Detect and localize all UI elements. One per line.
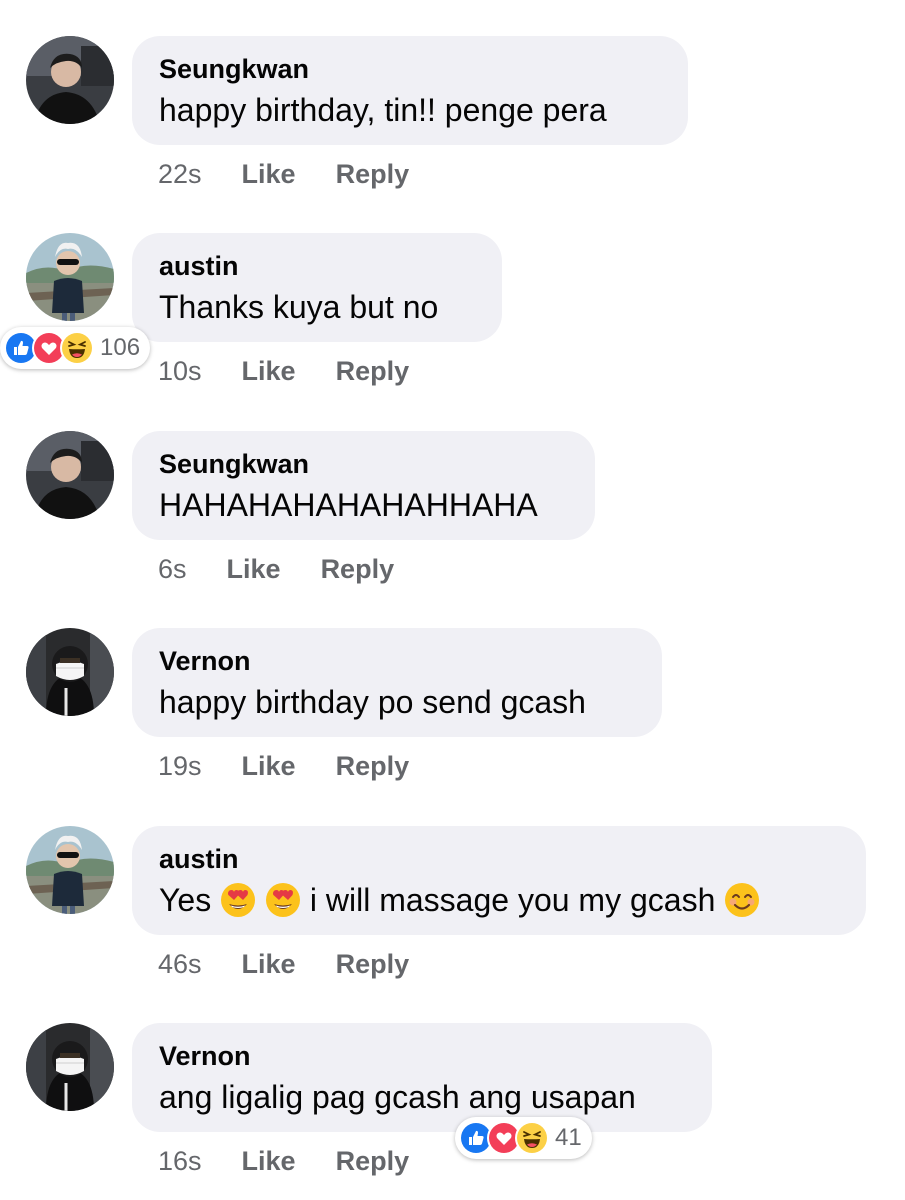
comment: Vernon ang ligalig pag gcash ang usapan 16… xyxy=(0,1023,905,1200)
comment-timestamp[interactable]: 6s xyxy=(158,554,187,585)
reactions-summary[interactable]: 41 xyxy=(455,1117,592,1159)
comment-text: ang ligalig pag gcash ang usapan xyxy=(159,1075,684,1119)
comment-actions: 10s Like Reply xyxy=(158,353,409,389)
smiling-icon xyxy=(724,882,760,918)
reply-button[interactable]: Reply xyxy=(336,751,410,782)
comment: Seungkwan happy birthday, tin!! penge per… xyxy=(0,36,905,233)
comment-bubble[interactable]: Vernon happy birthday po send gcash xyxy=(132,628,662,737)
comment-actions: 6s Like Reply xyxy=(158,551,394,587)
like-button[interactable]: Like xyxy=(227,554,281,585)
heart-eyes-icon xyxy=(265,882,301,918)
reactions-summary[interactable]: 106 xyxy=(0,327,151,369)
reaction-count: 41 xyxy=(555,1124,582,1151)
comment-text-fragment: i will massage you my gcash xyxy=(300,882,725,918)
comment-actions: 19s Like Reply xyxy=(158,748,409,784)
haha-reaction-icon xyxy=(60,331,94,365)
comment-text: happy birthday, tin!! penge pera xyxy=(159,88,660,132)
like-button[interactable]: Like xyxy=(242,159,296,190)
reply-button[interactable]: Reply xyxy=(321,554,395,585)
comment-bubble[interactable]: austin Yes i will massage you my gcash xyxy=(132,826,866,935)
reply-button[interactable]: Reply xyxy=(336,159,410,190)
comment-actions: 16s Like Reply xyxy=(158,1143,409,1179)
comment-text-fragment: HAHAHAHAHAHAHHAHA xyxy=(159,487,538,523)
like-button[interactable]: Like xyxy=(242,356,296,387)
comment-text-fragment: Thanks kuya but no xyxy=(159,289,439,325)
avatar[interactable] xyxy=(26,431,114,519)
avatar[interactable] xyxy=(26,233,114,321)
like-button[interactable]: Like xyxy=(242,751,296,782)
comment-author[interactable]: austin xyxy=(159,840,838,878)
comment-author[interactable]: Vernon xyxy=(159,1037,684,1075)
comment-actions: 46s Like Reply xyxy=(158,946,409,982)
comment-text-fragment: happy birthday po send gcash xyxy=(159,684,586,720)
comment: Vernon happy birthday po send gcash 19s Lik… xyxy=(0,628,905,825)
comment-author[interactable]: Seungkwan xyxy=(159,50,660,88)
avatar[interactable] xyxy=(26,628,114,716)
comment-timestamp[interactable]: 16s xyxy=(158,1146,202,1177)
comment-text: Thanks kuya but no xyxy=(159,285,474,329)
comment-bubble[interactable]: austin Thanks kuya but no xyxy=(132,233,502,342)
comment-bubble[interactable]: Seungkwan HAHAHAHAHAHAHHAHA xyxy=(132,431,595,540)
reply-button[interactable]: Reply xyxy=(336,1146,410,1177)
reaction-count: 106 xyxy=(100,334,141,361)
comment-timestamp[interactable]: 10s xyxy=(158,356,202,387)
comment: austin Yes i will massage you my gcash 46… xyxy=(0,826,905,1023)
comment-text-fragment: happy birthday, tin!! penge pera xyxy=(159,92,607,128)
avatar[interactable] xyxy=(26,1023,114,1111)
comment-text-fragment: Yes xyxy=(159,882,221,918)
avatar[interactable] xyxy=(26,36,114,124)
like-button[interactable]: Like xyxy=(242,1146,296,1177)
comment-text: happy birthday po send gcash xyxy=(159,680,634,724)
comment-author[interactable]: Seungkwan xyxy=(159,445,567,483)
reply-button[interactable]: Reply xyxy=(336,949,410,980)
comment-author[interactable]: austin xyxy=(159,247,474,285)
comment-timestamp[interactable]: 19s xyxy=(158,751,202,782)
like-button[interactable]: Like xyxy=(242,949,296,980)
comment-text-fragment: ang ligalig pag gcash ang usapan xyxy=(159,1079,636,1115)
reply-button[interactable]: Reply xyxy=(336,356,410,387)
comment-text-fragment xyxy=(256,878,265,922)
comment-bubble[interactable]: Vernon ang ligalig pag gcash ang usapan xyxy=(132,1023,712,1132)
comment-author[interactable]: Vernon xyxy=(159,642,634,680)
haha-reaction-icon xyxy=(515,1121,549,1155)
comment-timestamp[interactable]: 22s xyxy=(158,159,202,190)
avatar[interactable] xyxy=(26,826,114,914)
comment-text: HAHAHAHAHAHAHHAHA xyxy=(159,483,567,527)
comment-actions: 22s Like Reply xyxy=(158,156,409,192)
comment-timestamp[interactable]: 46s xyxy=(158,949,202,980)
heart-eyes-icon xyxy=(220,882,256,918)
comment-text: Yes i will massage you my gcash xyxy=(159,878,838,922)
comment: Seungkwan HAHAHAHAHAHAHHAHA 6s Like Reply xyxy=(0,431,905,628)
comment: austin Thanks kuya but no 10s Like Reply 106 xyxy=(0,233,905,430)
comment-bubble[interactable]: Seungkwan happy birthday, tin!! penge per… xyxy=(132,36,688,145)
